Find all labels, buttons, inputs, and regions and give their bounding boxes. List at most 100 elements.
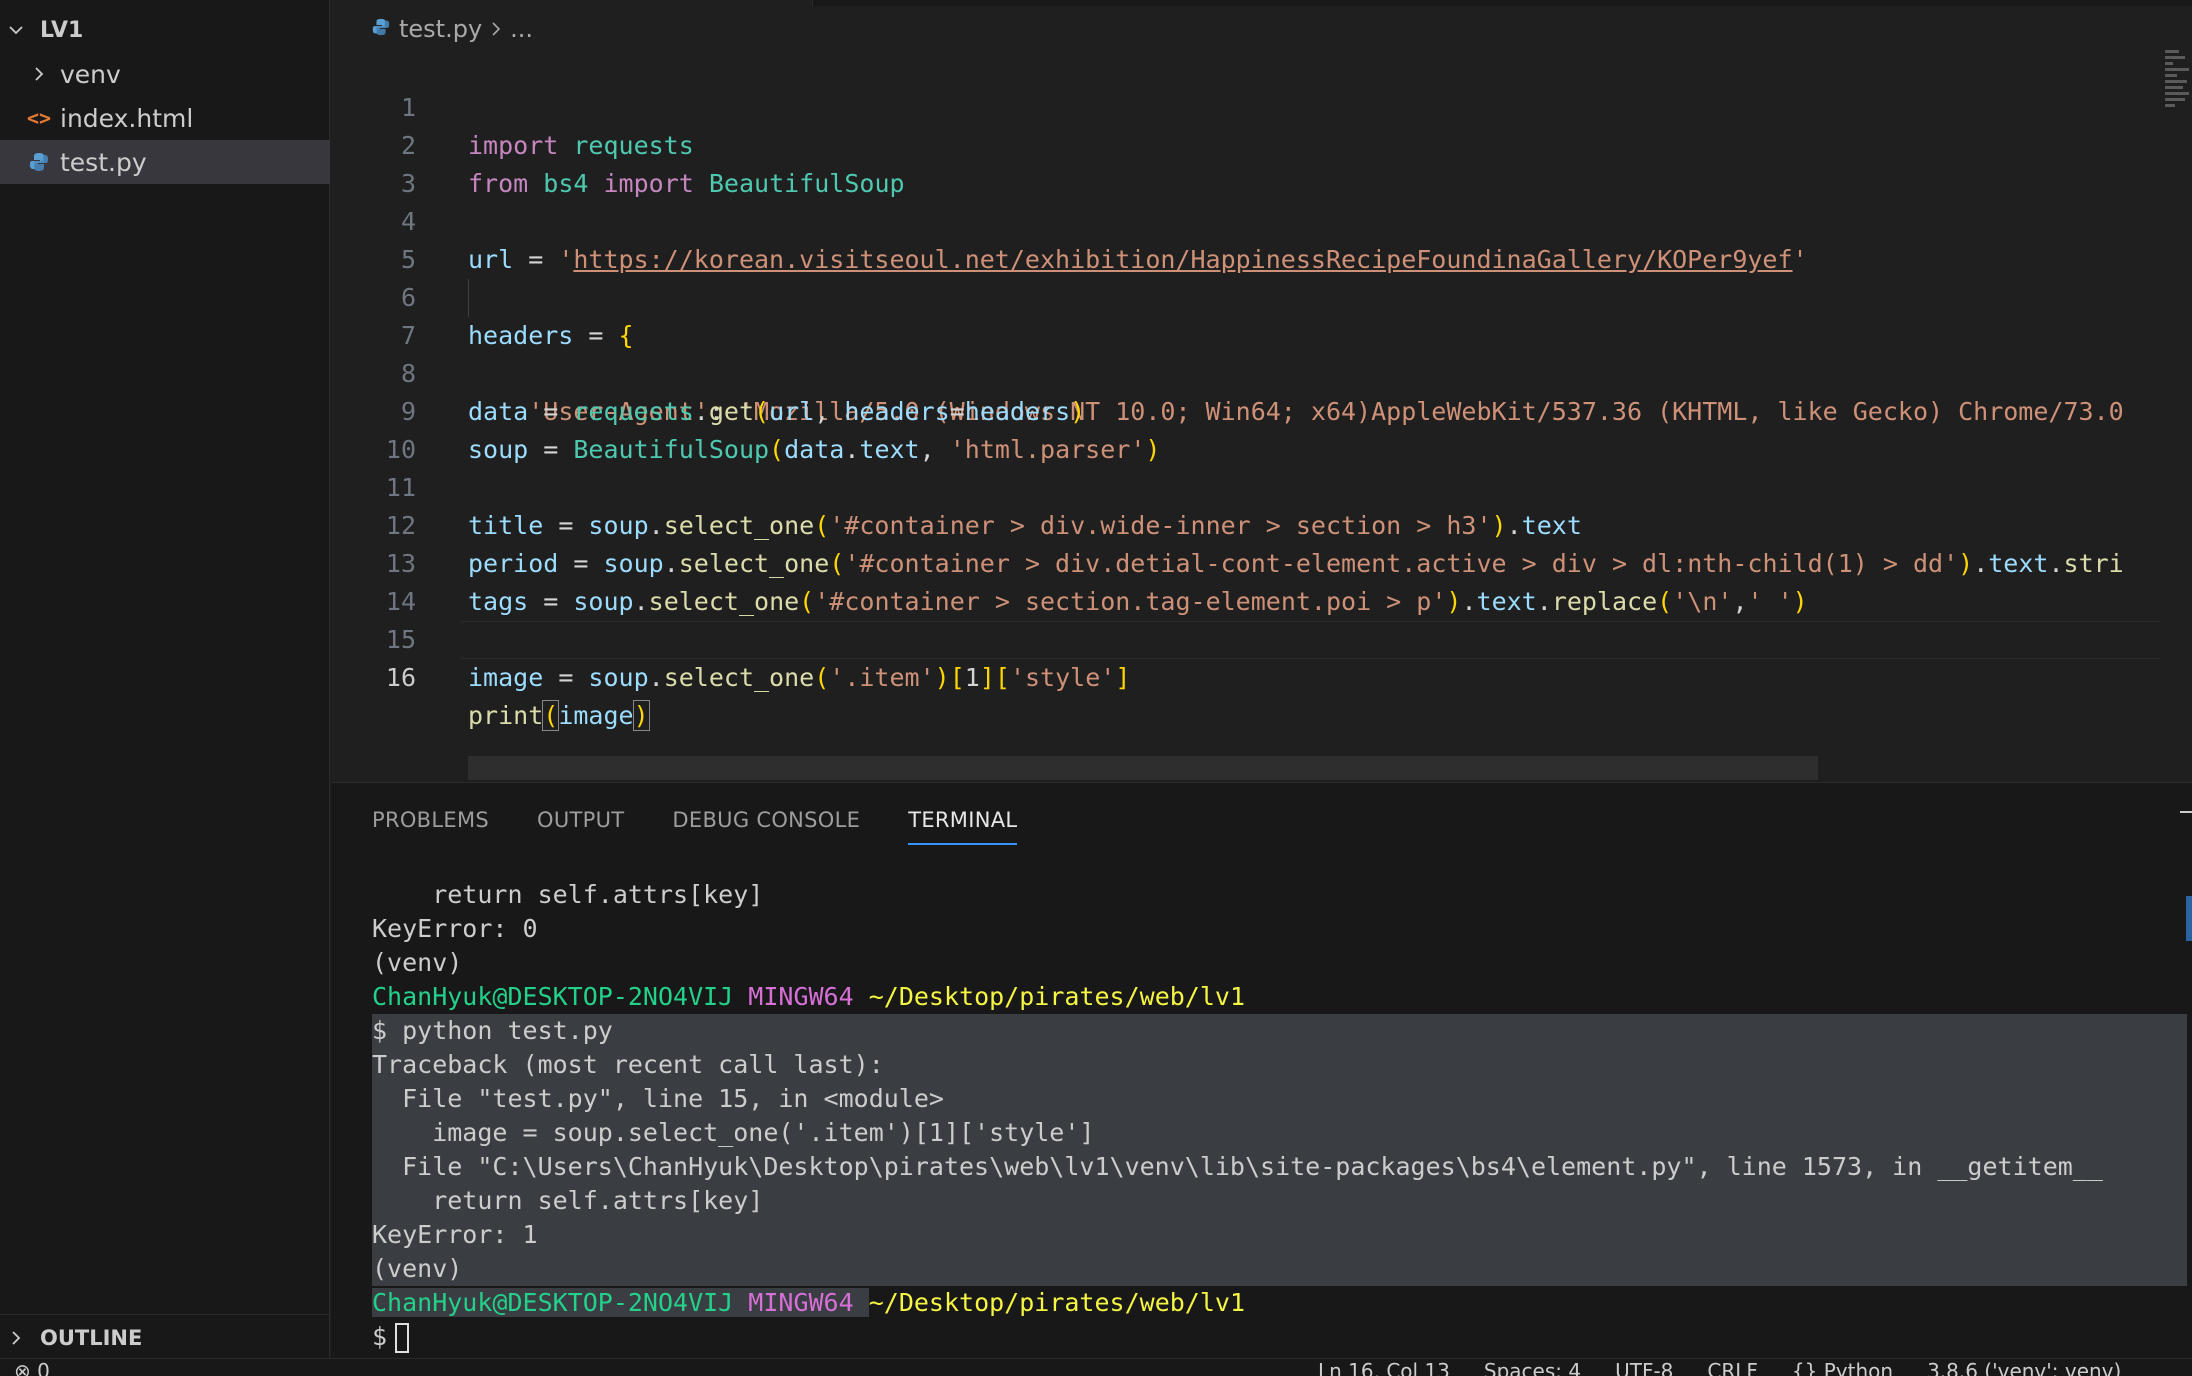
terminal-line: image = soup.select_one('.item')[1]['sty… xyxy=(372,1116,2187,1150)
terminal-prompt-line: ChanHyuk@DESKTOP-2NO4VIJ MINGW64 ~/Deskt… xyxy=(372,1286,2187,1320)
bottom-panel: PROBLEMS OUTPUT DEBUG CONSOLE TERMINAL r… xyxy=(331,782,2192,1358)
code-line[interactable]: 9 soup = BeautifulSoup(data.text, 'html.… xyxy=(331,355,2161,464)
code-token: ] xyxy=(1115,663,1131,692)
code-line[interactable]: 14 xyxy=(331,545,2161,616)
code-token: ] xyxy=(979,663,995,692)
code-line[interactable]: 6 headers = { xyxy=(331,241,2161,350)
code-lines[interactable]: 1 import requests 2 from bs4 import Beau… xyxy=(331,51,2161,731)
code-line[interactable]: 10 xyxy=(331,393,2161,464)
code-token: print xyxy=(468,701,544,730)
chevron-down-icon xyxy=(8,22,30,38)
code-line[interactable]: 11 title = soup.select_one('#container >… xyxy=(331,431,2161,540)
status-bar: ⊗ 0 Ln 16, Col 13 Spaces: 4 UTF-8 CRLF {… xyxy=(0,1358,2192,1376)
tree-item-label: venv xyxy=(60,59,121,89)
terminal-line: File "test.py", line 15, in <module> xyxy=(372,1082,2187,1116)
code-line[interactable]: 15 image = soup.select_one('.item')[1]['… xyxy=(331,583,2161,692)
code-token: image xyxy=(558,701,634,730)
code-line[interactable]: 8 data = requests.get(url, headers=heade… xyxy=(331,317,2161,426)
code-line[interactable]: 13 tags = soup.select_one('#container > … xyxy=(331,507,2161,616)
indentation[interactable]: Spaces: 4 xyxy=(1484,1361,1581,1376)
prompt-user: ChanHyuk@DESKTOP-2NO4VIJ xyxy=(372,982,734,1011)
code-token: [ xyxy=(949,663,965,692)
minimize-panel-icon[interactable] xyxy=(2180,811,2192,813)
code-token: ( xyxy=(814,663,830,692)
prompt-system: MINGW64 xyxy=(748,1288,854,1317)
language-label: Python xyxy=(1823,1359,1894,1376)
code-line[interactable]: 12 period = soup.select_one('#container … xyxy=(331,469,2161,578)
tree-item-label: test.py xyxy=(60,147,147,177)
terminal-line: KeyError: 0 xyxy=(372,914,538,943)
horizontal-scrollbar[interactable] xyxy=(468,756,1818,780)
prompt-symbol: $ xyxy=(372,1322,388,1351)
active-editor-tab[interactable] xyxy=(331,0,813,6)
code-line[interactable]: 4 url = 'https://korean.visitseoul.net/e… xyxy=(331,165,2161,274)
terminal-line: KeyError: 1 xyxy=(372,1218,2187,1252)
prompt-path: ~/Desktop/pirates/web/lv1 xyxy=(868,982,1246,1011)
code-token: 1 xyxy=(964,663,980,692)
tree-item-venv[interactable]: venv xyxy=(0,52,330,96)
code-token: ( xyxy=(542,700,560,731)
tree-item-label: index.html xyxy=(60,103,194,133)
tree-item-index-html[interactable]: <> index.html xyxy=(0,96,330,140)
terminal-line: $ python test.py xyxy=(372,1014,2187,1048)
breadcrumb-symbol[interactable]: ... xyxy=(510,15,533,43)
indent-guide xyxy=(468,279,469,317)
code-line[interactable]: 5 xyxy=(331,203,2161,274)
code-editor[interactable]: test.py ... 1 import requests 2 from bs4… xyxy=(331,0,2192,782)
folder-name: LV1 xyxy=(40,17,84,43)
prompt-user: ChanHyuk@DESKTOP-2NO4VIJ xyxy=(372,1288,734,1317)
python-file-icon xyxy=(24,151,54,173)
minimap[interactable] xyxy=(2165,50,2192,120)
terminal-cursor xyxy=(395,1323,410,1353)
explorer-folder-header[interactable]: LV1 xyxy=(0,10,330,50)
chevron-right-icon xyxy=(490,15,502,43)
code-line[interactable]: 7 'User-Agent': 'Mozilla/5.0 (Windows NT… xyxy=(331,279,2161,426)
terminal-line: Traceback (most recent call last): xyxy=(372,1048,2187,1082)
chevron-right-icon xyxy=(8,1330,30,1346)
prompt-system: MINGW64 xyxy=(748,982,854,1011)
tab-terminal[interactable]: TERMINAL xyxy=(908,803,1018,845)
python-interpreter[interactable]: 3.8.6 ('venv': venv) xyxy=(1927,1361,2121,1376)
encoding[interactable]: UTF-8 xyxy=(1615,1361,1673,1376)
code-token: image xyxy=(468,663,544,692)
code-token: select_one xyxy=(663,663,815,692)
code-token: ) xyxy=(934,663,950,692)
prompt-path: ~/Desktop/pirates/web/lv1 xyxy=(868,1288,1246,1317)
editor-tab-strip xyxy=(331,0,2192,6)
code-line-current[interactable]: 16 print(image) xyxy=(331,621,2161,731)
language-mode[interactable]: {} Python xyxy=(1792,1361,1893,1376)
code-token: = xyxy=(543,663,589,692)
code-token: soup xyxy=(588,663,649,692)
code-line[interactable]: 2 from bs4 import BeautifulSoup xyxy=(331,89,2161,198)
code-token: '.item' xyxy=(829,663,935,692)
problems-indicator[interactable]: ⊗ 0 xyxy=(14,1361,50,1376)
terminal-line: return self.attrs[key] xyxy=(372,880,764,909)
code-token: 'style' xyxy=(1009,663,1116,692)
python-file-icon xyxy=(371,15,391,43)
line-number: 16 xyxy=(385,663,416,692)
terminal-line: (venv) xyxy=(372,948,463,977)
tab-output[interactable]: OUTPUT xyxy=(537,803,624,845)
breadcrumb: test.py ... xyxy=(371,12,533,46)
outline-section-header[interactable]: OUTLINE xyxy=(0,1314,330,1360)
terminal-line: File "C:\Users\ChanHyuk\Desktop\pirates\… xyxy=(372,1150,2187,1184)
line-endings[interactable]: CRLF xyxy=(1707,1361,1758,1376)
terminal-line: (venv) xyxy=(372,1252,2187,1286)
terminal-input-line[interactable]: $ xyxy=(372,1320,2187,1354)
cursor-position[interactable]: Ln 16, Col 13 xyxy=(1318,1361,1450,1376)
breadcrumb-file[interactable]: test.py xyxy=(399,15,482,43)
code-line[interactable]: 3 xyxy=(331,127,2161,198)
tab-debug-console[interactable]: DEBUG CONSOLE xyxy=(672,803,860,845)
code-token: [ xyxy=(994,663,1010,692)
panel-tabs: PROBLEMS OUTPUT DEBUG CONSOLE TERMINAL xyxy=(372,803,1018,845)
terminal-output[interactable]: return self.attrs[key] KeyError: 0 (venv… xyxy=(372,878,2187,1354)
terminal-line: return self.attrs[key] xyxy=(372,1184,2187,1218)
braces-icon: {} xyxy=(1791,1359,1818,1376)
chevron-right-icon xyxy=(24,66,54,82)
tree-item-test-py[interactable]: test.py xyxy=(0,140,330,184)
terminal-scrollbar[interactable] xyxy=(2186,896,2192,941)
terminal-prompt-line: ChanHyuk@DESKTOP-2NO4VIJ MINGW64 ~/Deskt… xyxy=(372,980,2187,1014)
code-line[interactable]: 1 import requests xyxy=(331,51,2161,160)
tab-problems[interactable]: PROBLEMS xyxy=(372,803,489,845)
code-token: . xyxy=(648,663,664,692)
